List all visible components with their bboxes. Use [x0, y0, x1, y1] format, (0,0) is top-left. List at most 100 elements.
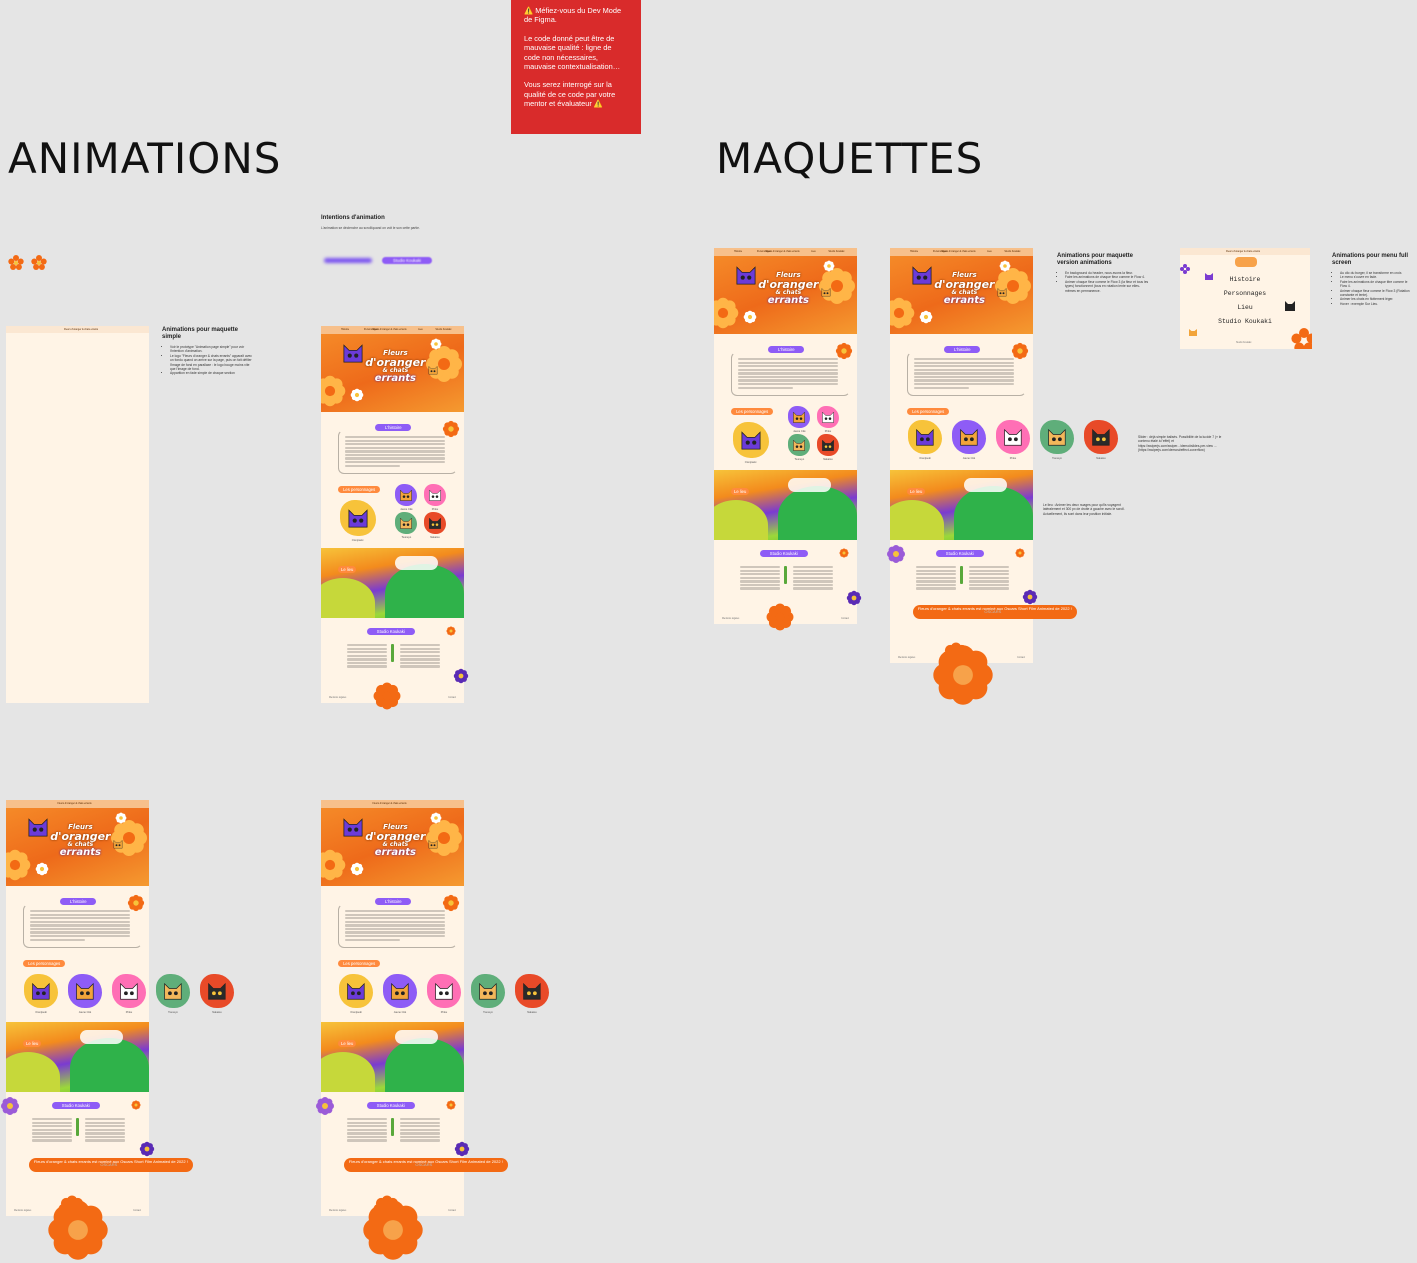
mockup-nav-item[interactable]: Studio Koukaki: [1004, 250, 1020, 253]
character-card[interactable]: [423, 512, 446, 534]
footer-legal-link[interactable]: Mentions légales: [329, 697, 346, 699]
mockup-nav: Fleurs d'oranger & chats errants: [321, 800, 464, 808]
note-version-animations: Animations pour maquette version animati…: [1057, 253, 1149, 293]
menu-logo: [1235, 257, 1257, 267]
character-name: Orenjiseki: [35, 1011, 47, 1014]
character-card[interactable]: [996, 420, 1030, 454]
footer-legal-link[interactable]: Mentions légales: [722, 618, 739, 620]
footer-contact-link[interactable]: Contact: [133, 1210, 141, 1212]
hill-shape: [385, 1038, 464, 1092]
character-card[interactable]: [788, 406, 811, 428]
character-card-main[interactable]: [732, 422, 769, 458]
studio-paragraph-left: [739, 566, 780, 591]
footer-contact-link[interactable]: Contact: [1017, 657, 1025, 659]
mockup-nav-item[interactable]: Histoire: [341, 328, 349, 331]
character-card[interactable]: [1040, 420, 1074, 454]
mockup-page[interactable]: Fleurs d'oranger & chats errants Fleurs d'…: [321, 800, 549, 1223]
flower-icon: [48, 1200, 108, 1260]
character-card[interactable]: [156, 974, 190, 1008]
character-card[interactable]: [423, 484, 446, 506]
mockup-nav-item[interactable]: Personnages: [933, 250, 947, 253]
character-card[interactable]: [471, 974, 505, 1008]
paragraph-line: [399, 1121, 440, 1124]
footer-contact-link[interactable]: Contact: [841, 618, 849, 620]
mockup-nav-item[interactable]: Lieu: [987, 250, 992, 253]
menu-item-histoire[interactable]: Histoire: [1180, 276, 1310, 283]
character-card[interactable]: [427, 974, 461, 1008]
character-card[interactable]: [816, 434, 839, 456]
character-card[interactable]: [383, 974, 417, 1008]
character-card[interactable]: [515, 974, 549, 1008]
mockup-nav-item[interactable]: Lieu: [418, 328, 423, 331]
blank-prototype-frame[interactable]: Fleurs d'oranger & chats errants: [6, 326, 149, 703]
cat-face-icon: [1092, 428, 1110, 446]
character-card-main[interactable]: [339, 500, 376, 536]
character-card[interactable]: [908, 420, 942, 454]
character-card[interactable]: [395, 512, 418, 534]
character-card[interactable]: [200, 974, 234, 1008]
mockup-nav-item[interactable]: Histoire: [910, 250, 918, 253]
cat-face-icon: [32, 982, 50, 1000]
footer-contact-link[interactable]: Contact: [448, 1210, 456, 1212]
cat-face-icon: [208, 982, 226, 1000]
character-card[interactable]: [339, 974, 373, 1008]
paragraph-line: [399, 1128, 440, 1131]
mockup-page[interactable]: Fleurs d'oranger & chats errants Histoire…: [890, 248, 1118, 670]
footer-contact-link[interactable]: Contact: [448, 697, 456, 699]
paragraph-line: [739, 573, 780, 576]
mockup-nav-item[interactable]: Studio Koukaki: [828, 250, 844, 253]
mockup-hero: Fleurs d'oranger & chats errants: [321, 334, 464, 412]
character-card[interactable]: [395, 484, 418, 506]
flower-icon: [350, 388, 363, 402]
paragraph-line: [399, 658, 440, 661]
section-title-maquettes: MAQUETTES: [716, 134, 984, 183]
mockup-nav-item[interactable]: Personnages: [757, 250, 771, 253]
mockup-page[interactable]: Fleurs d'oranger & chats errants Fleurs d'…: [6, 800, 234, 1223]
hero-logo-line: errants: [374, 847, 416, 858]
section-studio-title: Studio Koukaki: [935, 550, 984, 557]
section-studio-title: Studio Koukaki: [366, 1102, 415, 1109]
mockup-page[interactable]: Fleurs d'oranger & chats errants Histoire…: [321, 326, 464, 710]
menu-item-personnages[interactable]: Personnages: [1180, 290, 1310, 297]
section-lieu-title: Le lieu: [907, 488, 926, 495]
character-name: Tsuneyo: [483, 1011, 493, 1014]
section-lieu: Le lieu: [6, 1022, 149, 1092]
flower-icon: [453, 668, 469, 684]
character-card[interactable]: [112, 974, 146, 1008]
character-card[interactable]: [816, 406, 839, 428]
mockup-nav-item[interactable]: Lieu: [811, 250, 816, 253]
character-card[interactable]: [68, 974, 102, 1008]
footer-legal-link[interactable]: Mentions légales: [329, 1210, 346, 1212]
mockup-nav-item[interactable]: Histoire: [734, 250, 742, 253]
paragraph-line: [399, 644, 440, 647]
paragraph-line: [399, 665, 440, 668]
studio-stem-icon: [960, 566, 964, 584]
character-card[interactable]: [952, 420, 986, 454]
studio-stem-icon: [391, 644, 395, 662]
footer-legal-link[interactable]: Mentions légales: [14, 1210, 31, 1212]
studio-paragraph-left: [915, 566, 956, 591]
character-card[interactable]: [24, 974, 58, 1008]
paragraph-line: [31, 1128, 72, 1131]
menu-fullscreen-frame[interactable]: Fleurs d'oranger & chats errants Histoir…: [1180, 248, 1312, 349]
cat-face-icon: [741, 431, 761, 450]
paragraph-line: [346, 647, 387, 650]
mockup-nav-item[interactable]: Studio Koukaki: [435, 328, 451, 331]
paragraph-line: [792, 580, 833, 583]
hill-shape: [385, 564, 464, 618]
section-personnages-title: Les personnages: [338, 486, 381, 493]
paragraph-line: [84, 1118, 125, 1121]
character-card[interactable]: [1084, 420, 1118, 454]
note-slider: Slider : déjà simple balisés. Possibilit…: [1138, 435, 1222, 453]
section-personnages-title: Les personnages: [731, 408, 774, 415]
flower-icon: [446, 626, 456, 636]
section-lieu: Le lieu: [714, 470, 857, 540]
mockup-page[interactable]: Fleurs d'oranger & chats errants Histoire…: [714, 248, 857, 631]
character-card[interactable]: [788, 434, 811, 456]
flower-icon: [321, 849, 346, 881]
paragraph-line: [792, 576, 833, 579]
hill-shape: [6, 1052, 61, 1092]
note-simple-item: Voir le prototype "Animation page simple…: [170, 345, 252, 354]
footer-legal-link[interactable]: Mentions légales: [898, 657, 915, 659]
mockup-nav-item[interactable]: Personnages: [364, 328, 378, 331]
